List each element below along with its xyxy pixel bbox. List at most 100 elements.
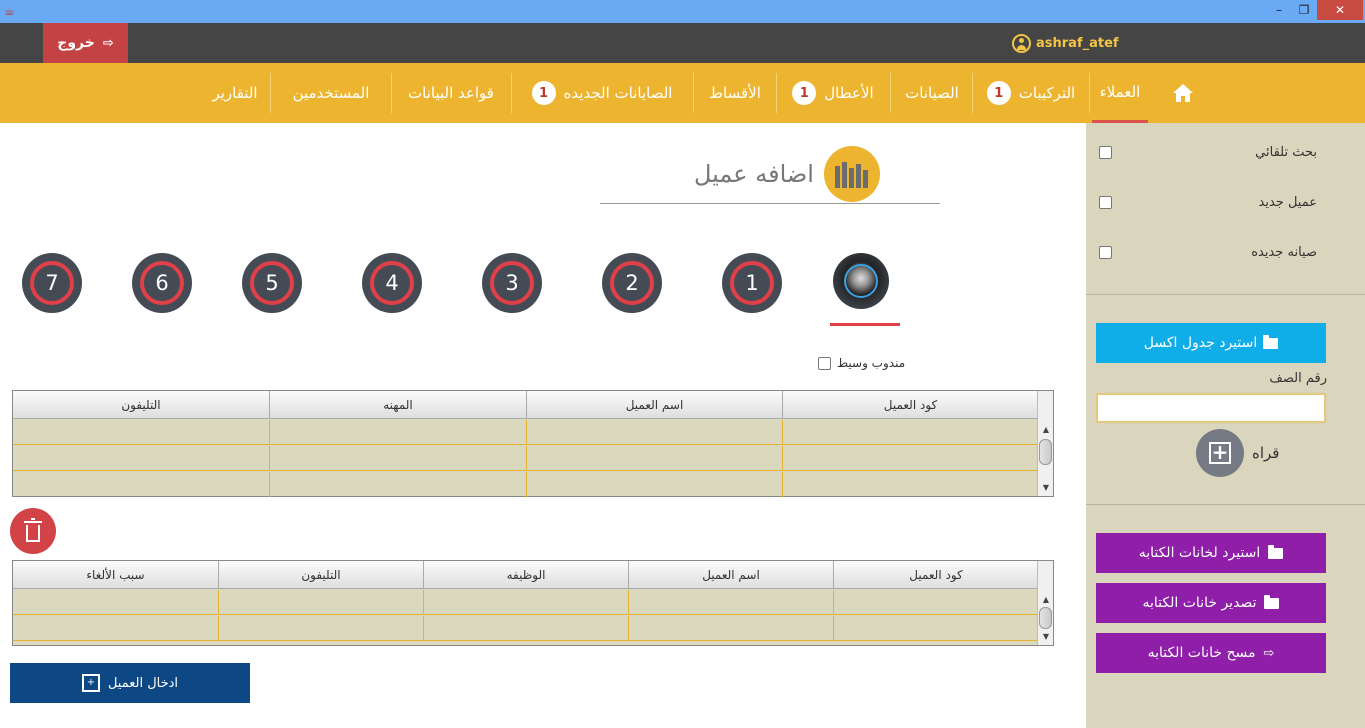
step-ring-icon bbox=[844, 264, 878, 298]
new-maintenance-checkbox[interactable] bbox=[1099, 246, 1112, 259]
table-scrollbar[interactable]: ▲ ▼ bbox=[1037, 391, 1053, 496]
mandoub-label: مندوب وسيط bbox=[837, 356, 906, 370]
scroll-up-icon[interactable]: ▲ bbox=[1038, 593, 1054, 607]
row-number-input[interactable] bbox=[1096, 393, 1326, 423]
home-icon[interactable] bbox=[1172, 83, 1194, 103]
nav-label: الصيانات bbox=[905, 84, 959, 102]
table-scrollbar[interactable]: ▲ ▼ bbox=[1037, 561, 1053, 645]
step-6[interactable]: 6 bbox=[132, 253, 192, 313]
import-excel-label: استيرد جدول اكسل bbox=[1143, 335, 1258, 351]
username: ashraf_atef bbox=[1036, 35, 1119, 51]
read-label: قراه bbox=[1252, 444, 1280, 462]
logout-label: خروج bbox=[57, 35, 95, 51]
nav-users[interactable]: المستخدمين bbox=[278, 63, 384, 123]
folder-icon bbox=[1268, 544, 1284, 559]
scroll-down-icon[interactable]: ▼ bbox=[1038, 630, 1054, 644]
column-header[interactable]: كود العميل bbox=[833, 561, 1038, 589]
nav-installments[interactable]: الأقساط bbox=[700, 63, 770, 123]
step-2[interactable]: 2 bbox=[602, 253, 662, 313]
main-nav: العملاء 1 التركيبات الصيانات 1 الأعطال ا… bbox=[0, 63, 1365, 123]
nav-maintenance[interactable]: الصيانات bbox=[897, 63, 967, 123]
nav-new-maintenance[interactable]: 1 الصايانات الجديده bbox=[518, 63, 686, 123]
table-row[interactable] bbox=[13, 446, 1038, 471]
nav-badge: 1 bbox=[531, 81, 556, 105]
table-row[interactable] bbox=[13, 590, 1038, 615]
column-header[interactable]: المهنه bbox=[269, 391, 526, 419]
scroll-thumb[interactable] bbox=[1039, 439, 1052, 465]
column-header[interactable]: سبب الألغاء bbox=[13, 561, 218, 589]
right-sidebar: بحث تلقائي عميل جديد صيانه جديده استيرد … bbox=[1086, 123, 1365, 728]
column-header[interactable]: كود العميل bbox=[782, 391, 1038, 419]
add-form-icon: + bbox=[81, 674, 100, 692]
add-icon: + bbox=[1196, 429, 1244, 477]
auto-search-checkbox[interactable] bbox=[1099, 146, 1112, 159]
step-number: 5 bbox=[250, 261, 294, 305]
step-1[interactable]: 1 bbox=[722, 253, 782, 313]
new-maintenance-row: صيانه جديده bbox=[1086, 242, 1365, 264]
books-icon bbox=[823, 146, 880, 202]
java-icon: ☕ bbox=[4, 4, 15, 18]
column-header[interactable]: التليفون bbox=[13, 391, 269, 419]
nav-badge: 1 bbox=[792, 81, 817, 105]
nav-label: الأقساط bbox=[709, 84, 761, 102]
minimize-button[interactable]: – bbox=[1265, 0, 1293, 20]
exit-icon: ⇨ bbox=[1263, 645, 1275, 661]
nav-separator bbox=[1089, 73, 1090, 113]
step-5[interactable]: 5 bbox=[242, 253, 302, 313]
user-bar: خروج ⇨ ashraf_atef bbox=[0, 23, 1365, 63]
nav-label: التقارير bbox=[212, 84, 258, 102]
scroll-down-icon[interactable]: ▼ bbox=[1038, 481, 1054, 495]
nav-label: الصايانات الجديده bbox=[563, 84, 673, 102]
nav-separator bbox=[270, 73, 271, 113]
customers-table[interactable]: التليفون المهنه اسم العميل كود العميل ▲ … bbox=[12, 390, 1054, 497]
nav-separator bbox=[391, 73, 392, 113]
current-user: ashraf_atef bbox=[1012, 23, 1119, 63]
step-number: 6 bbox=[140, 261, 184, 305]
column-header[interactable]: اسم العميل bbox=[628, 561, 833, 589]
close-button[interactable]: ✕ bbox=[1317, 0, 1363, 20]
table-row[interactable] bbox=[13, 420, 1038, 445]
read-button[interactable]: + قراه bbox=[1196, 429, 1279, 477]
column-header[interactable]: التليفون bbox=[218, 561, 423, 589]
nav-badge: 1 bbox=[986, 81, 1011, 105]
nav-databases[interactable]: قواعد البيانات bbox=[398, 63, 504, 123]
step-7[interactable]: 7 bbox=[22, 253, 82, 313]
folder-icon bbox=[1264, 594, 1280, 609]
step-current[interactable] bbox=[833, 253, 889, 309]
export-fields-label: تصدير خانات الكتابه bbox=[1142, 595, 1257, 611]
column-header[interactable]: الوظيفه bbox=[423, 561, 628, 589]
sidebar-divider bbox=[1086, 504, 1365, 505]
nav-separator bbox=[972, 73, 973, 113]
delete-button[interactable] bbox=[10, 508, 56, 554]
column-header[interactable]: اسم العميل bbox=[526, 391, 782, 419]
import-fields-button[interactable]: استيرد لخانات الكتابه bbox=[1096, 533, 1326, 573]
sidebar-divider bbox=[1086, 294, 1365, 295]
scroll-thumb[interactable] bbox=[1039, 607, 1052, 629]
step-number: 3 bbox=[490, 261, 534, 305]
step-4[interactable]: 4 bbox=[362, 253, 422, 313]
nav-installations[interactable]: 1 التركيبات bbox=[978, 63, 1084, 123]
step-3[interactable]: 3 bbox=[482, 253, 542, 313]
logout-button[interactable]: خروج ⇨ bbox=[43, 23, 128, 63]
export-fields-button[interactable]: تصدير خانات الكتابه bbox=[1096, 583, 1326, 623]
heading-underline bbox=[600, 203, 940, 204]
enter-customer-label: ادخال العميل bbox=[107, 675, 179, 691]
enter-customer-button[interactable]: + ادخال العميل bbox=[10, 663, 250, 703]
new-customer-checkbox[interactable] bbox=[1099, 196, 1112, 209]
scroll-up-icon[interactable]: ▲ bbox=[1038, 423, 1054, 437]
table-row[interactable] bbox=[13, 472, 1038, 497]
mandoub-checkbox[interactable] bbox=[818, 356, 831, 370]
nav-separator bbox=[776, 73, 777, 113]
new-maintenance-label: صيانه جديده bbox=[1251, 245, 1317, 260]
import-excel-button[interactable]: استيرد جدول اكسل bbox=[1096, 323, 1326, 363]
step-number: 1 bbox=[730, 261, 774, 305]
nav-reports[interactable]: التقارير bbox=[200, 63, 270, 123]
nav-label: التركيبات bbox=[1018, 84, 1076, 102]
nav-faults[interactable]: 1 الأعطال bbox=[783, 63, 883, 123]
cancelled-table[interactable]: سبب الألغاء التليفون الوظيفه اسم العميل … bbox=[12, 560, 1054, 646]
table-row[interactable] bbox=[13, 616, 1038, 641]
maximize-button[interactable]: ❐ bbox=[1290, 0, 1318, 20]
nav-customers[interactable]: العملاء bbox=[1092, 63, 1148, 123]
clear-fields-button[interactable]: مسح خانات الكتابه ⇨ bbox=[1096, 633, 1326, 673]
new-customer-label: عميل جديد bbox=[1258, 195, 1317, 210]
